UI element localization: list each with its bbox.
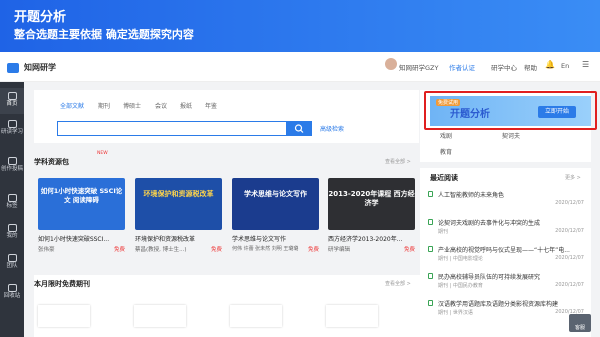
journals-more-link[interactable]: 查看全部 > bbox=[385, 280, 411, 287]
page-title: 开题分析 bbox=[14, 10, 67, 25]
tab-yearbook[interactable]: 年鉴 bbox=[205, 101, 217, 110]
page-subtitle: 整合选题主要依据 确定选题探究内容 bbox=[14, 28, 194, 41]
keyword-tag[interactable]: 教育 bbox=[440, 147, 452, 156]
resources-more-link[interactable]: 查看全部 > bbox=[385, 158, 411, 165]
resource-price: 免费 bbox=[403, 247, 415, 253]
study-center-link[interactable]: 研学中心 bbox=[491, 62, 517, 72]
resource-cover: 2013-2020年课程 西方经济学 bbox=[328, 178, 415, 230]
logo-icon bbox=[7, 63, 19, 73]
journal-cover[interactable] bbox=[326, 305, 378, 327]
home-icon bbox=[7, 92, 17, 100]
sidebar-item-study[interactable]: 研读学习 bbox=[0, 120, 24, 136]
journal-cover[interactable] bbox=[134, 305, 186, 327]
resource-price: 免费 bbox=[210, 247, 222, 253]
tag-icon bbox=[7, 194, 17, 202]
start-now-button[interactable]: 立即开始 bbox=[538, 106, 576, 118]
help-link[interactable]: 帮助 bbox=[524, 62, 537, 72]
tab-newspaper[interactable]: 报纸 bbox=[180, 101, 192, 110]
customer-service-button[interactable]: 客服 bbox=[569, 314, 591, 332]
tab-all[interactable]: 全部文献 bbox=[60, 101, 84, 110]
resource-title: 如何1小时快速突破SSCI... bbox=[38, 236, 110, 243]
keyword-tag[interactable]: 契诃夫 bbox=[502, 131, 520, 140]
trash-icon bbox=[7, 284, 17, 292]
user-name[interactable]: 知网研学GZY bbox=[399, 62, 438, 72]
resource-author: 研学编辑 bbox=[328, 247, 351, 253]
recent-reading-panel: 最近阅读 更多 > 人工智能教师的未来角色 2020/12/07 论契诃夫戏剧的去… bbox=[420, 168, 591, 337]
bell-icon[interactable]: 🔔 bbox=[545, 60, 555, 69]
tab-journal[interactable]: 期刊 bbox=[98, 101, 110, 110]
resource-meta: 张伟豪 免费 bbox=[38, 245, 125, 253]
app-logo[interactable]: 知网研学 bbox=[24, 62, 56, 73]
promo-title: 开题分析 bbox=[450, 109, 490, 120]
document-icon bbox=[428, 219, 433, 225]
advanced-search-link[interactable]: 高级检索 bbox=[320, 124, 344, 133]
resource-title: 环境保护和资源税改革 bbox=[135, 236, 196, 243]
new-badge: NEW bbox=[97, 151, 108, 156]
document-icon bbox=[428, 246, 433, 252]
resource-cover: 学术思维与论文写作 bbox=[232, 178, 319, 230]
resource-cover: 环境保护和资源税改革 bbox=[135, 178, 222, 230]
sidebar-item-home[interactable]: 首页 bbox=[0, 88, 24, 114]
sidebar-item-trash[interactable]: 回收站 bbox=[0, 284, 24, 300]
language-toggle[interactable]: En bbox=[561, 62, 569, 70]
resource-title: 学术思维与论文写作 bbox=[232, 236, 287, 243]
resource-meta: 蔡昌(教授, 博士生...) 免费 bbox=[135, 245, 222, 253]
resource-price: 免费 bbox=[307, 247, 319, 253]
sidebar-item-team[interactable]: 团队 bbox=[0, 254, 24, 270]
search-input[interactable] bbox=[57, 121, 287, 136]
resource-title: 西方经济学2013-2020年... bbox=[328, 236, 403, 243]
document-icon bbox=[428, 300, 433, 306]
section-title-resources: 学科资源包 bbox=[34, 158, 69, 166]
resource-author: 张伟豪 bbox=[38, 247, 55, 253]
recent-more-link[interactable]: 更多 > bbox=[565, 174, 581, 181]
resource-meta: 研学编辑 免费 bbox=[328, 245, 415, 253]
search-button[interactable] bbox=[287, 121, 312, 136]
page-banner: 开题分析 整合选题主要依据 确定选题探究内容 bbox=[0, 0, 600, 52]
book-icon bbox=[7, 120, 17, 128]
section-title-journals: 本月限时免费期刊 bbox=[34, 280, 90, 288]
section-title-recent: 最近阅读 bbox=[430, 174, 458, 182]
search-icon bbox=[294, 124, 304, 133]
team-icon bbox=[7, 254, 17, 262]
keyword-tag[interactable]: 戏剧 bbox=[440, 131, 452, 140]
tab-thesis[interactable]: 博硕士 bbox=[123, 101, 141, 110]
sidebar: 首页 研读学习 创作投稿 标签 我的 团队 回收站 bbox=[0, 82, 24, 337]
resource-author: 何伟 许蕾 张未然 刘明 王璐璐 bbox=[232, 246, 299, 252]
sidebar-item-tags[interactable]: 标签 bbox=[0, 194, 24, 210]
free-journals-panel: 本月限时免费期刊 查看全部 > bbox=[34, 275, 420, 337]
pen-icon bbox=[7, 157, 17, 165]
document-icon bbox=[428, 273, 433, 279]
avatar[interactable] bbox=[385, 58, 397, 70]
topic-analysis-promo[interactable]: 免费试用 开题分析 立即开始 bbox=[424, 91, 597, 130]
resource-cover: 如何1小时快速突破 SSCI论文 阅读障碍 bbox=[38, 178, 125, 230]
menu-icon[interactable]: ☰ bbox=[582, 60, 589, 69]
sidebar-item-write[interactable]: 创作投稿 bbox=[0, 157, 24, 173]
author-cert-link[interactable]: 作者认证 bbox=[449, 62, 475, 72]
document-icon bbox=[428, 191, 433, 197]
resource-price: 免费 bbox=[113, 247, 125, 253]
user-icon bbox=[7, 224, 17, 232]
journal-cover[interactable] bbox=[230, 305, 282, 327]
top-bar: 知网研学 知网研学GZY 作者认证 研学中心 帮助 🔔 En ☰ bbox=[0, 52, 600, 82]
sidebar-item-mine[interactable]: 我的 bbox=[0, 224, 24, 240]
search-panel: 全部文献 期刊 博硕士 会议 报纸 年鉴 高级检索 bbox=[34, 90, 419, 143]
resource-meta: 何伟 许蕾 张未然 刘明 王璐璐 免费 bbox=[232, 245, 319, 253]
resource-author: 蔡昌(教授, 博士生...) bbox=[135, 247, 187, 253]
tab-conference[interactable]: 会议 bbox=[155, 101, 167, 110]
journal-cover[interactable] bbox=[38, 305, 90, 327]
